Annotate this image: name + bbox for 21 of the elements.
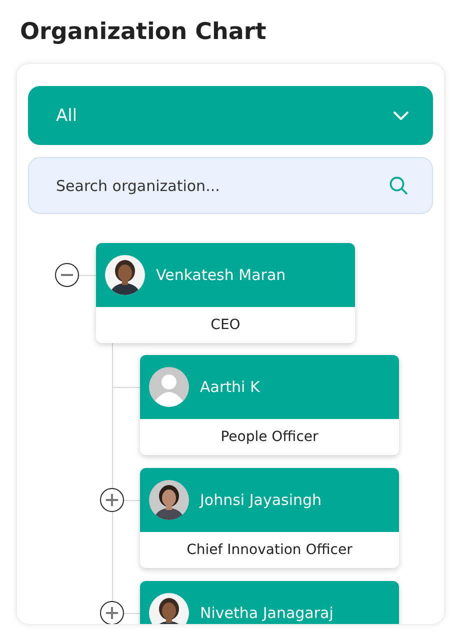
employee-name: Aarthi K	[200, 378, 260, 396]
search-icon[interactable]	[389, 176, 408, 195]
employee-card[interactable]: Aarthi K People Officer	[140, 355, 399, 455]
employee-card[interactable]: Johnsi Jayasingh Chief Innovation Officer	[140, 468, 399, 568]
expand-toggle[interactable]	[100, 601, 124, 624]
collapse-toggle[interactable]	[55, 263, 79, 287]
employee-name: Johnsi Jayasingh	[200, 491, 322, 509]
employee-name: Nivetha Janagaraj	[200, 604, 334, 622]
employee-role: Chief Innovation Officer	[186, 541, 354, 560]
search-field[interactable]: Search organization...	[28, 157, 433, 214]
expand-toggle[interactable]	[100, 488, 124, 512]
plus-icon	[106, 494, 118, 506]
employee-role: People Officer	[220, 428, 320, 447]
employee-card[interactable]: Venkatesh Maran CEO	[96, 243, 355, 343]
page-title: Organization Chart	[20, 18, 268, 47]
plus-icon	[106, 607, 118, 619]
avatar-icon	[149, 367, 189, 407]
employee-name: Venkatesh Maran	[156, 266, 286, 284]
employee-role: CEO	[210, 316, 242, 335]
chevron-down-icon	[393, 110, 409, 120]
minus-icon	[61, 274, 73, 276]
